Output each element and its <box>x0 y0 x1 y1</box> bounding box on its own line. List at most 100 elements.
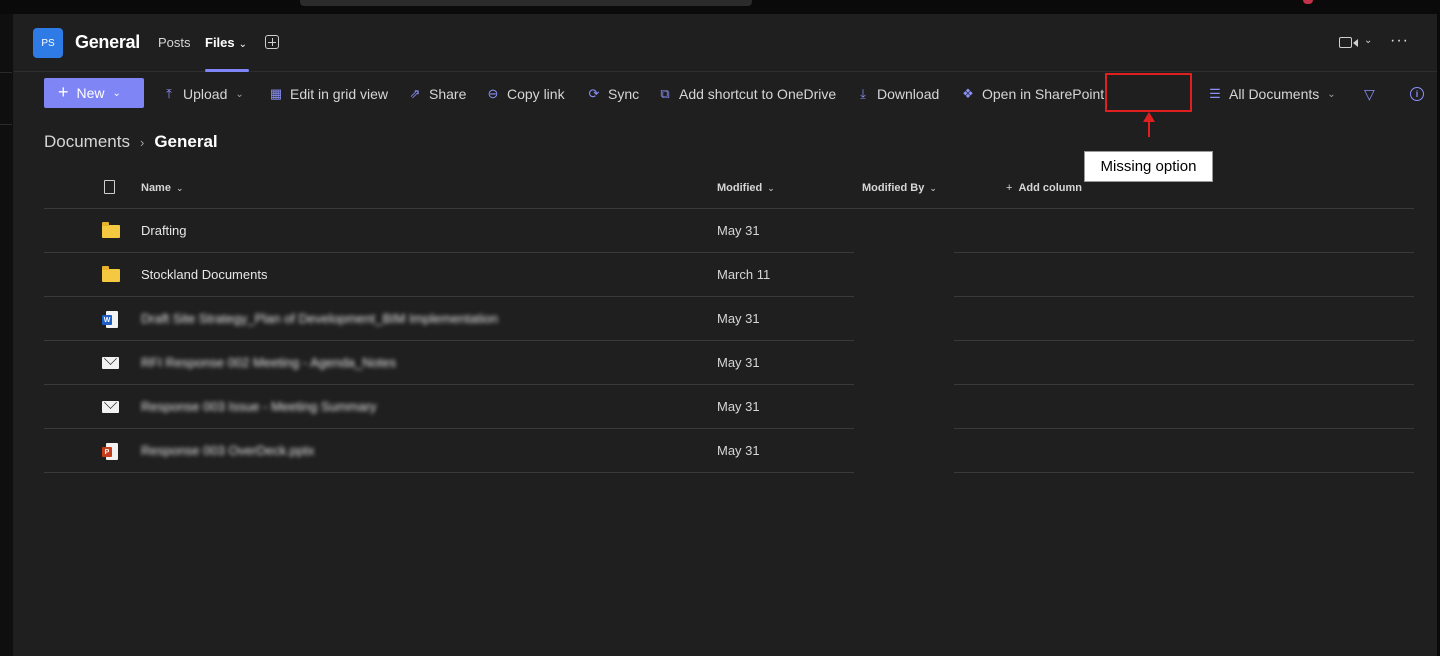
table-header: Name ⌄ Modified ⌄ Modified By ⌄ + Add column <box>44 174 1414 209</box>
link-icon: ⊖ <box>487 86 499 101</box>
share-label: Share <box>429 86 467 102</box>
chevron-down-icon[interactable]: ⌄ <box>1364 35 1372 46</box>
view-selector[interactable]: ☰ All Documents ⌄ <box>1208 86 1336 102</box>
info-icon[interactable]: i <box>1410 87 1424 101</box>
copy-link-label: Copy link <box>507 86 565 102</box>
plus-icon: + <box>1006 182 1013 194</box>
app-rail <box>0 14 14 656</box>
share-button[interactable]: ⇗ Share <box>408 86 467 102</box>
folder-icon <box>102 222 120 238</box>
row-divider <box>44 472 854 473</box>
table-row[interactable]: RFI Response 002 Meeting - Agenda_Notes … <box>44 341 1414 385</box>
add-shortcut-button[interactable]: ⧉ Add shortcut to OneDrive <box>658 86 836 102</box>
column-modified-label: Modified <box>717 182 763 194</box>
column-modified[interactable]: Modified ⌄ <box>717 182 775 194</box>
file-name[interactable]: Response 003 OverDeck.pptx <box>141 443 314 458</box>
view-selector-label: All Documents <box>1229 86 1320 102</box>
file-name[interactable]: Drafting <box>141 223 187 238</box>
table-row[interactable]: W Draft Site Strategy_Plan of Developmen… <box>44 297 1414 341</box>
chevron-right-icon: › <box>139 134 145 150</box>
add-shortcut-label: Add shortcut to OneDrive <box>679 86 837 102</box>
channel-title: General <box>75 32 140 52</box>
search-bar[interactable] <box>300 0 752 6</box>
channel-header: PS General Posts Files ⌄ ⌄ ··· <box>14 14 1437 72</box>
chevron-down-icon: ⌄ <box>767 182 775 193</box>
tab-posts[interactable]: Posts <box>158 35 191 50</box>
copy-link-button[interactable]: ⊖ Copy link <box>486 86 565 102</box>
powerpoint-file-icon: P <box>102 443 119 460</box>
title-bar <box>0 0 1440 14</box>
table-row[interactable]: Stockland Documents March 11 <box>44 253 1414 297</box>
upload-icon: ⤒ <box>166 86 172 101</box>
more-options-icon[interactable]: ··· <box>1390 32 1409 50</box>
annotation-arrow-line <box>1148 121 1150 137</box>
shortcut-icon: ⧉ <box>660 86 670 101</box>
chevron-down-icon: ⌄ <box>235 88 244 100</box>
new-button-label: New <box>76 85 105 101</box>
column-name[interactable]: Name ⌄ <box>141 182 184 194</box>
modified-date: May 31 <box>717 399 760 414</box>
edit-grid-label: Edit in grid view <box>290 86 389 102</box>
open-sharepoint-label: Open in SharePoint <box>982 86 1105 102</box>
chevron-down-icon: ⌄ <box>929 182 937 193</box>
breadcrumb-current: General <box>154 132 218 151</box>
sharepoint-icon: ❖ <box>962 86 974 101</box>
file-name[interactable]: Response 003 Issue - Meeting Summary <box>141 399 377 414</box>
file-name[interactable]: RFI Response 002 Meeting - Agenda_Notes <box>141 355 396 370</box>
sync-label: Sync <box>608 86 640 102</box>
word-file-icon: W <box>102 311 119 328</box>
grid-icon: ▦ <box>269 86 283 101</box>
plus-icon: + <box>58 82 69 102</box>
video-call-icon[interactable] <box>1339 37 1358 48</box>
file-type-icon[interactable] <box>104 180 115 194</box>
add-column-label: Add column <box>1018 182 1082 194</box>
email-file-icon <box>102 355 119 369</box>
breadcrumb-root[interactable]: Documents <box>44 132 130 152</box>
upload-button[interactable]: ⤒ Upload ⌄ <box>162 86 244 102</box>
tab-files[interactable]: Files ⌄ <box>205 35 247 50</box>
file-name[interactable]: Draft Site Strategy_Plan of Development_… <box>141 311 498 326</box>
rail-divider <box>0 124 12 125</box>
table-row[interactable]: P Response 003 OverDeck.pptx May 31 <box>44 429 1414 473</box>
add-tab-icon[interactable] <box>265 35 279 49</box>
command-bar: + New ⌄ ⤒ Upload ⌄ ▦ Edit in grid view ⇗… <box>14 72 1437 182</box>
tab-files-label: Files <box>205 35 235 50</box>
file-name[interactable]: Stockland Documents <box>141 267 267 282</box>
folder-icon <box>102 266 120 282</box>
modified-date: May 31 <box>717 355 760 370</box>
download-icon: ⤓ <box>860 86 866 101</box>
add-column-button[interactable]: + Add column <box>1006 182 1082 194</box>
chevron-down-icon: ⌄ <box>175 182 184 193</box>
email-file-icon <box>102 399 119 413</box>
open-in-sharepoint-button[interactable]: ❖ Open in SharePoint <box>961 86 1104 102</box>
download-label: Download <box>877 86 940 102</box>
download-button[interactable]: ⤓ Download <box>856 86 939 102</box>
modified-date: May 31 <box>717 223 760 238</box>
sync-button[interactable]: ⟳ Sync <box>587 86 640 102</box>
row-divider <box>954 472 1414 473</box>
column-modified-by[interactable]: Modified By ⌄ <box>862 182 937 194</box>
new-button[interactable]: + New ⌄ <box>44 78 144 108</box>
chevron-down-icon: ⌄ <box>238 39 248 50</box>
breadcrumb: Documents › General <box>44 132 218 152</box>
share-icon: ⇗ <box>409 86 421 101</box>
rail-divider <box>0 72 12 73</box>
modified-date: March 11 <box>717 267 771 282</box>
chevron-down-icon: ⌄ <box>112 87 121 99</box>
filter-icon[interactable]: ▽ <box>1364 86 1375 103</box>
modified-date: May 31 <box>717 311 760 326</box>
edit-grid-view-button[interactable]: ▦ Edit in grid view <box>269 86 388 102</box>
team-avatar[interactable]: PS <box>33 28 63 58</box>
modified-date: May 31 <box>717 443 760 458</box>
column-modified-by-label: Modified By <box>862 182 925 194</box>
column-name-label: Name <box>141 182 171 194</box>
upload-label: Upload <box>183 86 228 102</box>
profile-status-dot <box>1303 0 1313 4</box>
sync-icon: ⟳ <box>588 86 600 101</box>
missing-option-highlight <box>1105 73 1192 112</box>
table-row[interactable]: Response 003 Issue - Meeting Summary May… <box>44 385 1414 429</box>
chevron-down-icon: ⌄ <box>1327 88 1336 100</box>
list-view-icon: ☰ <box>1209 86 1221 101</box>
files-pane: PS General Posts Files ⌄ ⌄ ··· + New ⌄ ⤒ … <box>14 14 1440 656</box>
table-row[interactable]: Drafting May 31 <box>44 209 1414 253</box>
